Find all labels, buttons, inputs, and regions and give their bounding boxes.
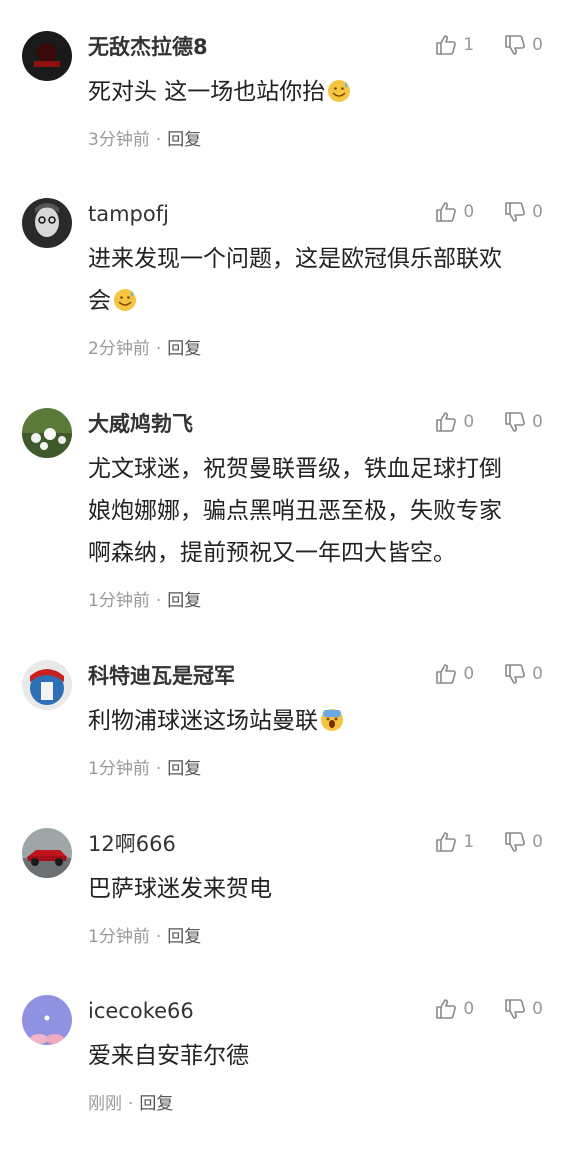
thumbs-down-icon [505,35,526,55]
comment-meta: 1分钟前 · 回复 [88,591,202,611]
avatar[interactable] [22,995,72,1045]
thumbs-down-icon [505,999,526,1019]
thumbs-up-icon [436,412,457,432]
like-button[interactable]: 0 [435,662,474,686]
timestamp: 刚刚 [88,1094,122,1114]
vote-actions: 1 0 [405,830,543,854]
timestamp: 3分钟前 [88,130,150,150]
dislike-count: 0 [532,202,543,222]
thumbs-up-icon [436,35,457,55]
comment-text: 进来发现一个问题，这是欧冠俱乐部联欢 会 [88,246,502,314]
like-count: 0 [463,412,475,432]
reply-button[interactable]: 回复 [167,927,201,947]
vote-actions: 0 0 [405,410,543,434]
username[interactable]: tampofj [88,200,169,228]
sweat-smile-emoji [114,289,136,311]
timestamp: 2分钟前 [88,339,150,359]
thumbs-up-icon [436,832,457,852]
comment-list: 无敌杰拉德8 1 0 死对头 这一场也站你抬 3分钟前 · 回复 tampofj… [0,0,573,1150]
avatar[interactable] [22,828,72,878]
reply-button[interactable]: 回复 [167,591,201,611]
dislike-count: 0 [532,412,543,432]
username[interactable]: 无敌杰拉德8 [88,33,208,61]
username[interactable]: 科特迪瓦是冠军 [88,662,235,690]
comment-meta: 2分钟前 · 回复 [88,339,202,359]
comment-meta: 1分钟前 · 回复 [88,759,202,779]
timestamp: 1分钟前 [88,591,150,611]
thumbs-down-icon [505,202,526,222]
thumbs-down-icon [505,832,526,852]
avatar[interactable] [22,198,72,248]
vote-actions: 0 0 [405,200,543,224]
thumbs-up-icon [436,664,457,684]
dislike-button[interactable]: 0 [504,410,543,434]
like-button[interactable]: 1 [435,33,474,57]
like-button[interactable]: 0 [435,410,474,434]
like-count: 0 [463,202,475,222]
dislike-count: 0 [532,999,543,1019]
username[interactable]: 大威鸠勃飞 [88,410,193,438]
dislike-button[interactable]: 0 [504,830,543,854]
scared-face-emoji [321,709,343,731]
thumbs-down-icon [505,664,526,684]
like-count: 0 [463,999,475,1019]
vote-actions: 1 0 [405,33,543,57]
avatar[interactable] [22,408,72,458]
dislike-count: 0 [532,664,543,684]
like-button[interactable]: 0 [435,997,474,1021]
comment-text: 死对头 这一场也站你抬 [88,71,548,113]
like-count: 0 [463,664,475,684]
like-count: 1 [463,35,475,55]
reply-button[interactable]: 回复 [167,759,201,779]
comment-meta: 3分钟前 · 回复 [88,130,202,150]
username[interactable]: 12啊666 [88,830,176,858]
reply-button[interactable]: 回复 [167,130,201,150]
like-button[interactable]: 0 [435,200,474,224]
dislike-button[interactable]: 0 [504,997,543,1021]
dislike-count: 0 [532,832,543,852]
comment-text: 尤文球迷，祝贺曼联晋级，铁血足球打倒 娘炮娜娜，骗点黑哨丑恶至极，失败专家 啊森… [88,456,502,566]
like-count: 1 [463,832,475,852]
avatar[interactable] [22,660,72,710]
comment-meta: 刚刚 · 回复 [88,1094,174,1114]
avatar[interactable] [22,31,72,81]
thumbs-up-icon [436,999,457,1019]
vote-actions: 0 0 [405,662,543,686]
username[interactable]: icecoke66 [88,997,194,1025]
comment-meta: 1分钟前 · 回复 [88,927,202,947]
comment-text: 爱来自安菲尔德 [88,1043,249,1069]
comment-text: 巴萨球迷发来贺电 [88,876,272,902]
dislike-count: 0 [532,35,543,55]
reply-button[interactable]: 回复 [139,1094,173,1114]
dislike-button[interactable]: 0 [504,33,543,57]
timestamp: 1分钟前 [88,927,150,947]
comment-text: 利物浦球迷这场站曼联 [88,700,548,742]
thumbs-down-icon [505,412,526,432]
like-button[interactable]: 1 [435,830,474,854]
timestamp: 1分钟前 [88,759,150,779]
reply-button[interactable]: 回复 [167,339,201,359]
dislike-button[interactable]: 0 [504,662,543,686]
thumbs-up-icon [436,202,457,222]
sweat-smile-emoji [328,80,351,102]
dislike-button[interactable]: 0 [504,200,543,224]
vote-actions: 0 0 [405,997,543,1021]
